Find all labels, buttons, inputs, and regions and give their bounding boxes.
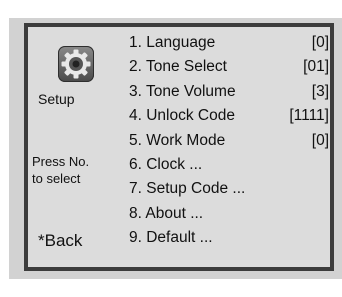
menu-item-label: 8. About ... [129,204,204,222]
menu-item-tone-select[interactable]: 2. Tone Select [01] [129,55,329,79]
menu-item-label: 2. Tone Select [129,58,227,76]
setup-menu-list: 1. Language [0] 2. Tone Select [01] 3. T… [129,31,329,251]
setup-sidebar: Setup Press No. to select *Back [28,27,124,267]
menu-item-label: 9. Default ... [129,229,213,247]
menu-item-label: 3. Tone Volume [129,82,236,100]
menu-item-label: 5. Work Mode [129,131,226,149]
menu-item-label: 1. Language [129,34,216,51]
menu-item-label: 6. Clock ... [129,155,203,173]
menu-item-work-mode[interactable]: 5. Work Mode [0] [129,129,329,153]
back-button[interactable]: *Back [38,231,82,251]
menu-item-label: 4. Unlock Code [129,107,235,125]
menu-item-unlock-code[interactable]: 4. Unlock Code [1111] [129,104,329,128]
gear-icon [58,46,94,82]
menu-item-value: [0] [311,34,329,51]
setup-menu-panel: Setup Press No. to select *Back 1. Langu… [24,23,334,271]
menu-item-setup-code[interactable]: 7. Setup Code ... [129,177,329,201]
menu-item-default[interactable]: 9. Default ... [129,226,329,250]
setup-title: Setup [38,91,75,107]
menu-item-value: [3] [311,82,329,100]
menu-item-clock[interactable]: 6. Clock ... [129,153,329,177]
menu-item-tone-volume[interactable]: 3. Tone Volume [3] [129,80,329,104]
menu-item-about[interactable]: 8. About ... [129,202,329,226]
menu-item-language[interactable]: 1. Language [0] [129,31,329,55]
menu-item-value: [0] [311,131,329,149]
menu-item-label: 7. Setup Code ... [129,180,246,198]
menu-item-value: [01] [303,58,329,76]
select-hint: Press No. to select [32,154,90,186]
menu-item-value: [1111] [289,107,329,125]
